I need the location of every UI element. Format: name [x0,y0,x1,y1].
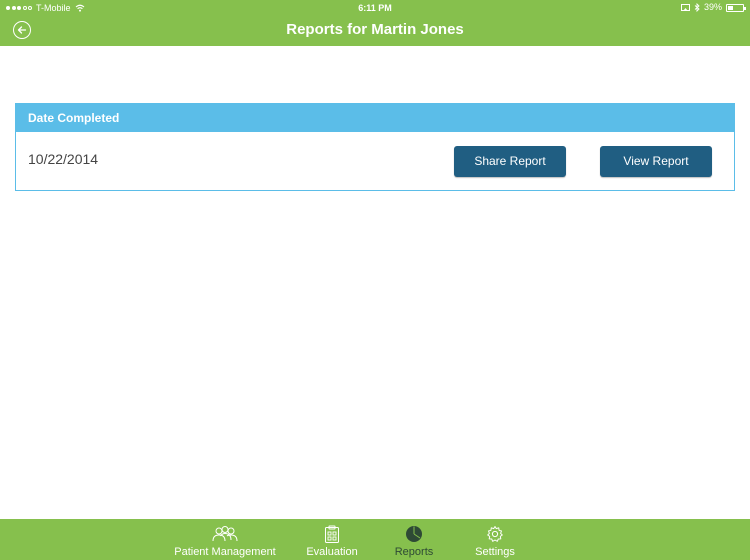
tab-patient-management[interactable]: Patient Management [170,519,280,560]
status-time: 6:11 PM [358,3,392,13]
pie-chart-icon [405,524,423,544]
table-header-date-completed: Date Completed [16,104,734,132]
tab-settings[interactable]: Settings [468,519,522,560]
battery-percent: 39% [703,2,722,12]
gear-icon [486,524,504,544]
clipboard-icon [324,524,340,544]
reports-table: Date Completed 10/22/2014 Share Report V… [15,103,735,191]
view-report-button[interactable]: View Report [600,146,712,177]
battery-level-fill [728,5,734,10]
tab-label-reports: Reports [394,546,434,558]
screen-mirror-icon [680,3,690,11]
table-row: 10/22/2014 Share Report View Report [16,132,734,189]
report-date: 10/22/2014 [28,151,99,167]
tab-label-settings: Settings [475,546,515,558]
share-report-button[interactable]: Share Report [454,146,566,177]
tab-reports[interactable]: Reports [388,519,440,560]
tab-evaluation[interactable]: Evaluation [302,519,362,560]
status-right: 39% [680,2,746,13]
page-title: Reports for Martin Jones [286,21,464,38]
tab-bar: Patient Management Evaluation Reports Se… [0,519,750,560]
tab-label-evaluation: Evaluation [306,546,358,558]
bluetooth-icon [694,3,700,12]
battery-icon [726,3,746,12]
tab-label-patient-management: Patient Management [174,546,276,558]
people-icon [210,524,240,544]
top-bar: T-Mobile 6:11 PM 39% Reports for Martin … [0,0,750,46]
